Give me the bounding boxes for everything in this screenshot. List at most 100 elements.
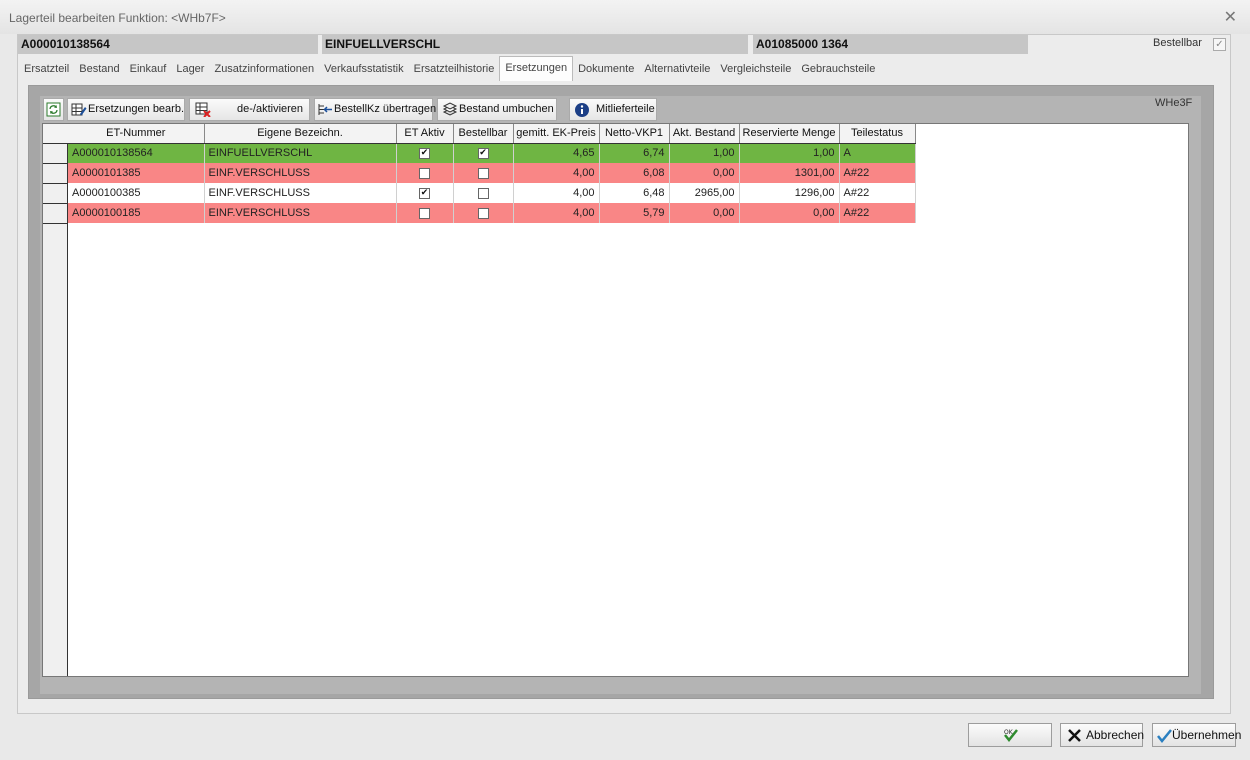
reserved-qty-cell: 0,00 — [739, 203, 840, 223]
orderable-checkbox[interactable] — [477, 207, 489, 219]
tab-verkaufsstatistik[interactable]: Verkaufsstatistik — [319, 58, 408, 80]
row-header-column — [43, 124, 68, 676]
et-active-cell — [396, 203, 454, 223]
apply-check-icon — [1157, 729, 1172, 743]
reserved-qty-cell: 1301,00 — [739, 163, 840, 183]
table-header-row: ET-Nummer Eigene Bezeichn. ET Aktiv Bestell… — [68, 124, 916, 144]
reserved-qty-cell: 1296,00 — [739, 183, 840, 203]
tab-ersetzungen[interactable]: Ersetzungen — [499, 56, 574, 81]
tab-einkauf[interactable]: Einkauf — [125, 58, 172, 80]
part-status-cell: A#22 — [839, 163, 916, 183]
apply-button[interactable]: Übernehmen — [1152, 723, 1241, 747]
cancel-x-icon — [1068, 729, 1081, 742]
description-cell: EINF.VERSCHLUSS — [204, 203, 397, 223]
tab-ersatzteil[interactable]: Ersatzteil — [19, 58, 74, 80]
et-number-cell: A0000100185 — [68, 203, 205, 223]
transfer-order-code-label: BestellKz übertragen — [334, 103, 437, 115]
delete-grid-icon — [195, 102, 211, 117]
orderable-checkbox[interactable]: ✔ — [477, 147, 489, 159]
table-row[interactable]: A0000101385 EINF.VERSCHLUSS 4,00 6,08 0,00 13… — [68, 163, 916, 183]
transfer-order-code-button[interactable]: BestellKz übertragen — [314, 98, 437, 121]
row-header[interactable] — [43, 184, 68, 204]
window-title: Lagerteil bearbeiten Funktion: <WHb7F> — [9, 11, 226, 25]
et-active-checkbox[interactable]: ✔ — [419, 187, 430, 199]
bestellbar-checkbox[interactable]: ✓ — [1213, 38, 1226, 51]
net-sales-price-cell: 6,48 — [599, 183, 670, 203]
cancel-label: Abbrechen — [1086, 728, 1145, 742]
et-active-checkbox[interactable] — [419, 207, 430, 219]
edit-replacements-label: Ersetzungen bearb. — [88, 103, 185, 115]
stock-cell: 2965,00 — [669, 183, 740, 203]
orderable-checkbox[interactable] — [477, 187, 489, 199]
tab-zusatzinformationen[interactable]: Zusatzinformationen — [209, 58, 319, 80]
column-header[interactable]: gemitt. EK-Preis — [513, 124, 600, 144]
avg-purchase-price-cell: 4,00 — [513, 183, 600, 203]
tab-ersatzteilhistorie[interactable]: Ersatzteilhistorie — [409, 58, 500, 80]
tab-bar: Ersatzteil Bestand Einkauf Lager Zusatzinfor… — [19, 56, 880, 82]
transfer-icon — [318, 104, 332, 115]
row-header[interactable] — [43, 204, 68, 224]
column-header[interactable]: Akt. Bestand — [669, 124, 740, 144]
column-header[interactable]: Eigene Bezeichn. — [204, 124, 397, 144]
bestellbar-label: Bestellbar — [1153, 37, 1202, 49]
replacements-table: ET-Nummer Eigene Bezeichn. ET Aktiv Bestell… — [68, 124, 916, 223]
grid-edit-icon — [71, 103, 87, 116]
tab-gebrauchsteile[interactable]: Gebrauchsteile — [796, 58, 880, 80]
avg-purchase-price-cell: 4,00 — [513, 203, 600, 223]
description-field: EINFUELLVERSCHL — [322, 35, 748, 54]
orderable-cell — [453, 203, 514, 223]
orderable-checkbox[interactable] — [477, 167, 489, 179]
ok-button[interactable]: OK — [968, 723, 1052, 747]
part-number-field: A000010138564 — [18, 35, 318, 54]
column-header[interactable]: ET-Nummer — [68, 124, 205, 144]
rebook-stock-button[interactable]: Bestand umbuchen — [437, 98, 557, 121]
svg-text:OK: OK — [1004, 729, 1014, 736]
description-cell: EINF.VERSCHLUSS — [204, 163, 397, 183]
supplied-parts-button[interactable]: Mitlieferteile — [569, 98, 657, 121]
row-header[interactable] — [43, 144, 68, 164]
rebook-stock-label: Bestand umbuchen — [459, 103, 554, 115]
supplied-parts-label: Mitlieferteile — [596, 103, 655, 115]
table-row[interactable]: A000010138564 EINFUELLVERSCHL ✔ ✔ 4,65 6,74 1,… — [68, 143, 916, 163]
refresh-icon — [46, 102, 61, 117]
tab-vergleichsteile[interactable]: Vergleichsteile — [715, 58, 796, 80]
column-header[interactable]: Teilestatus — [839, 124, 916, 144]
cancel-button[interactable]: Abbrechen — [1060, 723, 1145, 747]
close-icon[interactable]: ✕ — [1224, 7, 1237, 26]
tab-alternativteile[interactable]: Alternativteile — [639, 58, 715, 80]
reserved-qty-cell: 1,00 — [739, 143, 840, 163]
et-active-checkbox[interactable]: ✔ — [419, 147, 430, 159]
row-header[interactable] — [43, 164, 68, 184]
toggle-active-label: de-/aktivieren — [237, 103, 304, 115]
row-header-corner — [43, 124, 68, 144]
et-active-cell: ✔ — [396, 143, 454, 163]
tab-bestand[interactable]: Bestand — [74, 58, 124, 80]
tab-lager[interactable]: Lager — [171, 58, 209, 80]
description-cell: EINFUELLVERSCHL — [204, 143, 397, 163]
column-header[interactable]: Reservierte Menge — [739, 124, 840, 144]
module-code: WHe3F — [1155, 97, 1193, 109]
column-header[interactable]: ET Aktiv — [396, 124, 454, 144]
et-active-checkbox[interactable] — [419, 167, 430, 179]
table-row[interactable]: A0000100385 EINF.VERSCHLUSS ✔ 4,00 6,48 2965,… — [68, 183, 916, 203]
tab-dokumente[interactable]: Dokumente — [573, 58, 639, 80]
avg-purchase-price-cell: 4,65 — [513, 143, 600, 163]
part-status-cell: A — [839, 143, 916, 163]
orderable-cell: ✔ — [453, 143, 514, 163]
column-header[interactable]: Netto-VKP1 — [599, 124, 670, 144]
table-row[interactable]: A0000100185 EINF.VERSCHLUSS 4,00 5,79 0,00 0,… — [68, 203, 916, 223]
stock-icon — [442, 102, 458, 116]
refresh-button[interactable] — [43, 98, 64, 121]
net-sales-price-cell: 6,08 — [599, 163, 670, 183]
edit-replacements-button[interactable]: Ersetzungen bearb. — [67, 98, 185, 121]
avg-purchase-price-cell: 4,00 — [513, 163, 600, 183]
toggle-active-button[interactable]: de-/aktivieren — [189, 98, 310, 121]
column-header[interactable]: Bestellbar — [453, 124, 514, 144]
info-icon — [575, 103, 589, 117]
stock-cell: 1,00 — [669, 143, 740, 163]
description-cell: EINF.VERSCHLUSS — [204, 183, 397, 203]
reference-field: A01085000 1364 — [753, 35, 1028, 54]
orderable-cell — [453, 183, 514, 203]
stock-cell: 0,00 — [669, 203, 740, 223]
et-number-cell: A0000101385 — [68, 163, 205, 183]
